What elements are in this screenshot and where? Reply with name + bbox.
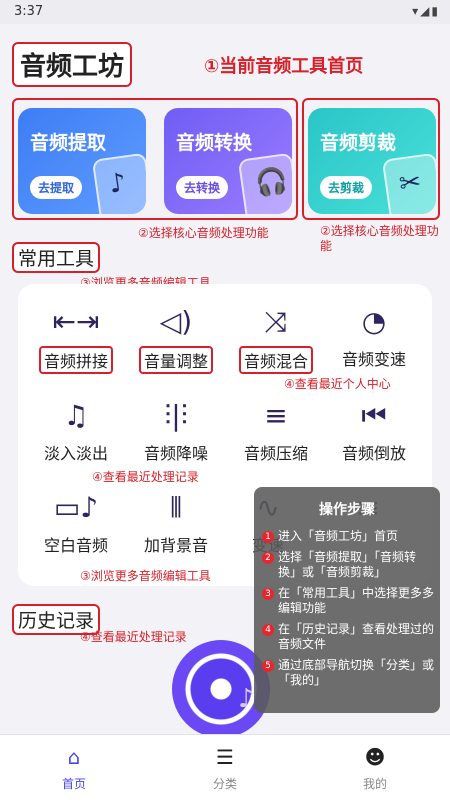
speedometer-icon: ◔ xyxy=(361,305,387,338)
tools-section-title: 常用工具 xyxy=(12,242,101,273)
profile-icon: ☻ xyxy=(364,745,386,769)
steps-panel: 操作步骤 1 进入「音频工坊」首页 2 选择「音频提取」「音频转换」或「音频剪裁」 … xyxy=(254,487,440,713)
status-icons: ▾◢▮ xyxy=(412,4,440,18)
status-bar: 3:37 ▾◢▮ xyxy=(0,0,450,24)
tool-audio-mix[interactable]: ⤨ 音频混合 xyxy=(226,302,326,374)
card-label: 音频剪裁 xyxy=(320,132,397,154)
home-icon: ⌂ xyxy=(67,745,81,769)
tool-label: 空白音频 xyxy=(43,536,108,555)
steps-title: 操作步骤 xyxy=(319,502,375,518)
tool-reverse[interactable]: ⏮ 音频倒放 xyxy=(324,396,424,464)
rewind-icon: ⏮ xyxy=(361,399,387,432)
annotation-home: ①当前音频工具首页 xyxy=(204,56,364,77)
step-item: 4 在「历史记录」查看处理过的音频文件 xyxy=(254,622,440,658)
compress-icon: ≡ xyxy=(264,399,288,432)
waveform-icon: ⫶|⫶ xyxy=(164,399,188,432)
tab-home[interactable]: ⌂ 首页 xyxy=(34,745,114,792)
annotation-core-a: ②选择核心音频处理功能 xyxy=(138,226,269,240)
tool-add-background[interactable]: ⦀ 加背景音 xyxy=(126,488,226,556)
tool-label: 音频变速 xyxy=(341,350,406,369)
card-audio-trim[interactable]: 音频剪裁 去剪裁 ✂ xyxy=(308,108,436,214)
page-title: 音频工坊 xyxy=(12,42,133,87)
folder-music-icon: ▭♪ xyxy=(53,491,99,524)
tool-denoise[interactable]: ⫶|⫶ 音频降噪 xyxy=(126,396,226,464)
tab-mine[interactable]: ☻ 我的 xyxy=(335,745,415,792)
step-item: 2 选择「音频提取」「音频转换」或「音频剪裁」 xyxy=(254,550,440,586)
card-audio-convert[interactable]: 音频转换 去转换 🎧 xyxy=(164,108,292,214)
headphone-file-icon: 🎧 xyxy=(237,152,292,214)
status-time: 3:37 xyxy=(14,4,44,19)
tool-blank-audio[interactable]: ▭♪ 空白音频 xyxy=(26,488,126,556)
card-label: 音频转换 xyxy=(176,132,253,154)
step-item: 1 进入「音频工坊」首页 xyxy=(254,529,440,550)
tool-fade[interactable]: ♫ 淡入淡出 xyxy=(26,396,126,464)
tool-label: 音频降噪 xyxy=(143,444,208,463)
tab-label: 分类 xyxy=(212,777,237,791)
step-item: 5 通过底部导航切换「分类」或「我的」 xyxy=(254,658,440,694)
tool-label: 音频压缩 xyxy=(243,444,308,463)
scissors-file-icon: ✂ xyxy=(381,152,436,214)
extract-button[interactable]: 去提取 xyxy=(30,176,83,199)
annotation-history: ④查看最近处理记录 xyxy=(80,630,187,644)
volume-icon: ◁) xyxy=(159,305,193,338)
annotation-core-b: ②选择核心音频处理功能 xyxy=(320,224,439,253)
tool-volume-adjust[interactable]: ◁) 音量调整 xyxy=(126,302,226,374)
equalizer-icon: ⦀ xyxy=(169,491,183,524)
trim-button[interactable]: 去剪裁 xyxy=(320,176,373,199)
tool-label: 音频混合 xyxy=(238,346,313,374)
shuffle-icon: ⤨ xyxy=(264,305,288,338)
music-file-icon: ♪ xyxy=(91,152,146,214)
list-icon: ☰ xyxy=(216,745,234,769)
annotation-recent-process: ④查看最近处理记录 xyxy=(92,470,199,484)
tool-label: 加背景音 xyxy=(143,536,208,555)
tool-label: 音频拼接 xyxy=(38,346,113,374)
annotation-recent-personal: ④查看最近个人中心 xyxy=(284,377,391,391)
tab-label: 首页 xyxy=(61,777,86,791)
tab-category[interactable]: ☰ 分类 xyxy=(185,745,265,792)
tool-audio-join[interactable]: ⇤⇥ 音频拼接 xyxy=(26,302,126,374)
tool-audio-speed[interactable]: ◔ 音频变速 xyxy=(324,302,424,370)
core-cards-group-2: 音频剪裁 去剪裁 ✂ xyxy=(302,98,440,220)
core-cards-group: 音频提取 去提取 ♪ 音频转换 去转换 🎧 xyxy=(12,98,298,220)
tool-label: 淡入淡出 xyxy=(43,444,108,463)
convert-button[interactable]: 去转换 xyxy=(176,176,229,199)
annotation-browse-bottom: ③浏览更多音频编辑工具 xyxy=(80,569,211,583)
tool-label: 音频倒放 xyxy=(341,444,406,463)
tool-label: 音量调整 xyxy=(138,346,213,374)
tab-label: 我的 xyxy=(362,777,387,791)
card-audio-extract[interactable]: 音频提取 去提取 ♪ xyxy=(18,108,146,214)
step-item: 3 在「常用工具」中选择更多多编辑功能 xyxy=(254,586,440,622)
music-notes-icon: ♫ xyxy=(63,399,89,432)
card-label: 音频提取 xyxy=(30,132,107,154)
tool-compress[interactable]: ≡ 音频压缩 xyxy=(226,396,326,464)
join-icon: ⇤⇥ xyxy=(52,305,100,338)
bottom-tab-bar: ⌂ 首页 ☰ 分类 ☻ 我的 xyxy=(0,734,450,801)
music-note-icon: ♪ xyxy=(238,684,255,714)
